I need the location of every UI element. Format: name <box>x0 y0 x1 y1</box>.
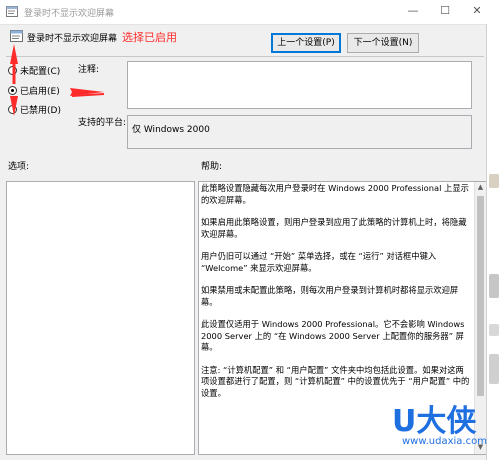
annotation-arrows <box>10 44 105 116</box>
scroll-up-icon[interactable]: ▲ <box>475 182 486 193</box>
comment-textarea[interactable] <box>127 61 472 109</box>
help-text: 此策略设置隐藏每次用户登录时在 Windows 2000 Professiona… <box>201 183 472 410</box>
policy-setting-icon <box>6 6 18 17</box>
help-paragraph: 此设置仅适用于 Windows 2000 Professional。它不会影响 … <box>201 319 465 352</box>
options-section-label: 选项: <box>8 162 30 172</box>
annotation-label: 选择已启用 <box>122 31 177 44</box>
arrow-up-icon <box>10 44 18 64</box>
help-section-label: 帮助: <box>201 162 223 172</box>
arrow-down-icon <box>10 96 18 116</box>
window-title: 登录时不显示欢迎屏幕 <box>24 9 115 19</box>
next-setting-button[interactable]: 下一个设置(N) <box>347 33 419 53</box>
supported-platform-value: 仅 Windows 2000 <box>127 115 472 149</box>
help-paragraph: 如果禁用或未配置此策略，则每次用户登录到计算机时都将显示欢迎屏幕。 <box>201 285 459 307</box>
maximize-button[interactable]: ☐ <box>430 0 460 22</box>
options-panel <box>6 181 195 455</box>
help-paragraph: 注意: “计算机配置” 和 “用户配置” 文件夹中均包括此设置。如果对这两项设置… <box>201 364 470 398</box>
background-window-strip <box>486 24 500 460</box>
watermark-url: www.udaxia.com <box>402 436 487 447</box>
help-paragraph: 如果启用此策略设置，则用户登录到应用了此策略的计算机上时，将隐藏欢迎屏幕。 <box>201 217 467 239</box>
close-button[interactable]: ✕ <box>462 0 492 22</box>
scroll-thumb[interactable] <box>477 196 484 396</box>
minimize-button[interactable]: — <box>398 0 428 22</box>
previous-setting-button[interactable]: 上一个设置(P) <box>271 33 341 53</box>
help-paragraph: 用户仍旧可以通过 “开始” 菜单选择，或在 “运行” 对话框中键入 “Welco… <box>201 251 437 273</box>
help-paragraph: 此策略设置隐藏每次用户登录时在 Windows 2000 Professiona… <box>201 183 469 205</box>
watermark-logo: U大侠 <box>392 404 477 439</box>
